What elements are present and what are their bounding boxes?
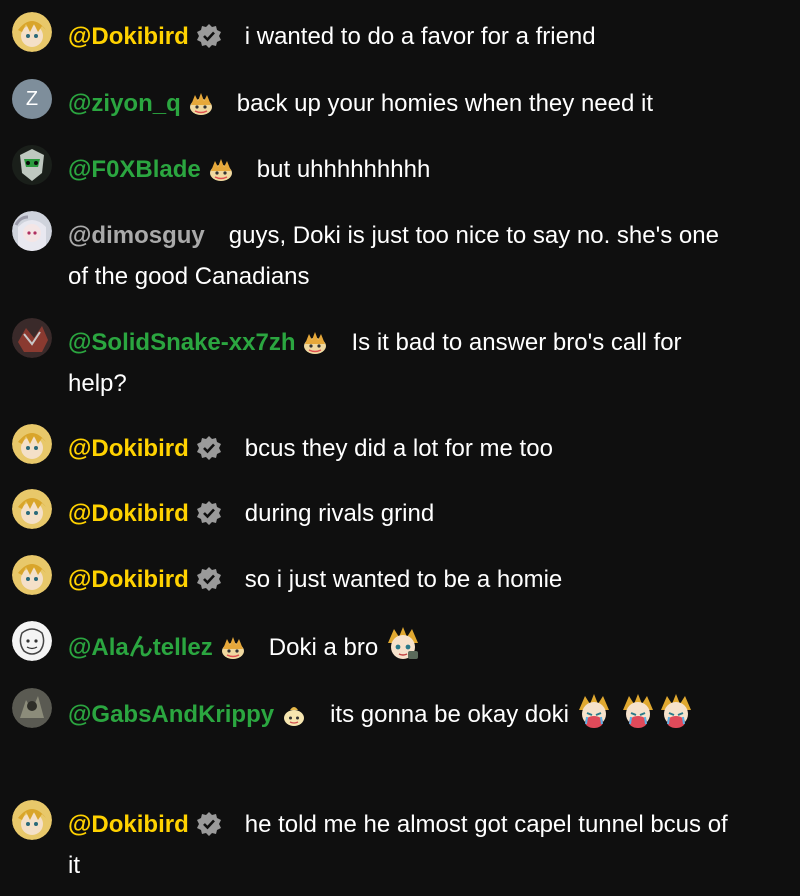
verified-icon (195, 434, 223, 462)
member-badge-icon (301, 328, 329, 356)
live-chat: @Dokibird i wanted to do a favor for a fr… (0, 0, 800, 896)
avatar[interactable]: Z (12, 79, 52, 119)
verified-icon (195, 22, 223, 50)
verified-icon (195, 499, 223, 527)
message-text: bcus they did a lot for me too (244, 435, 553, 462)
doki-cry-emote-icon (619, 692, 657, 730)
avatar[interactable] (12, 424, 52, 464)
avatar[interactable] (12, 318, 52, 358)
message-text: Doki a bro (268, 634, 379, 661)
author-name[interactable]: @Alaんtellez (68, 634, 213, 661)
avatar[interactable] (12, 555, 52, 595)
author-name[interactable]: @dimosguy (68, 222, 205, 249)
message-text: back up your homies when they need it (236, 90, 653, 117)
avatar[interactable] (12, 145, 52, 185)
message-text: but uhhhhhhhhh (256, 156, 431, 183)
doki-cry-emote-icon (657, 692, 695, 730)
avatar[interactable] (12, 489, 52, 529)
message-text: so i just wanted to be a homie (244, 566, 563, 593)
member-badge-icon (280, 700, 308, 728)
member-badge-icon (219, 633, 247, 661)
message-text: during rivals grind (244, 500, 435, 527)
doki-emote-icon (384, 625, 422, 663)
author-name[interactable]: @Dokibird (68, 23, 189, 50)
author-name[interactable]: @Dokibird (68, 566, 189, 593)
verified-icon (195, 810, 223, 838)
message-text: its gonna be okay doki (330, 701, 569, 728)
author-name[interactable]: @ziyon_q (68, 90, 181, 117)
member-badge-icon (207, 155, 235, 183)
avatar[interactable] (12, 800, 52, 840)
avatar-letter: Z (25, 87, 39, 110)
author-name[interactable]: @GabsAndKrippy (68, 701, 274, 728)
avatar[interactable] (12, 12, 52, 52)
avatar[interactable] (12, 688, 52, 728)
doki-cry-emote-icon (575, 692, 613, 730)
avatar[interactable] (12, 211, 52, 251)
member-badge-icon (187, 89, 215, 117)
author-name[interactable]: @F0XBlade (68, 156, 201, 183)
verified-icon (195, 565, 223, 593)
avatar[interactable] (12, 621, 52, 661)
author-name[interactable]: @Dokibird (68, 811, 189, 838)
author-name[interactable]: @Dokibird (68, 500, 189, 527)
author-name[interactable]: @SolidSnake-xx7zh (68, 329, 295, 356)
message-text: i wanted to do a favor for a friend (244, 23, 596, 50)
author-name[interactable]: @Dokibird (68, 435, 189, 462)
